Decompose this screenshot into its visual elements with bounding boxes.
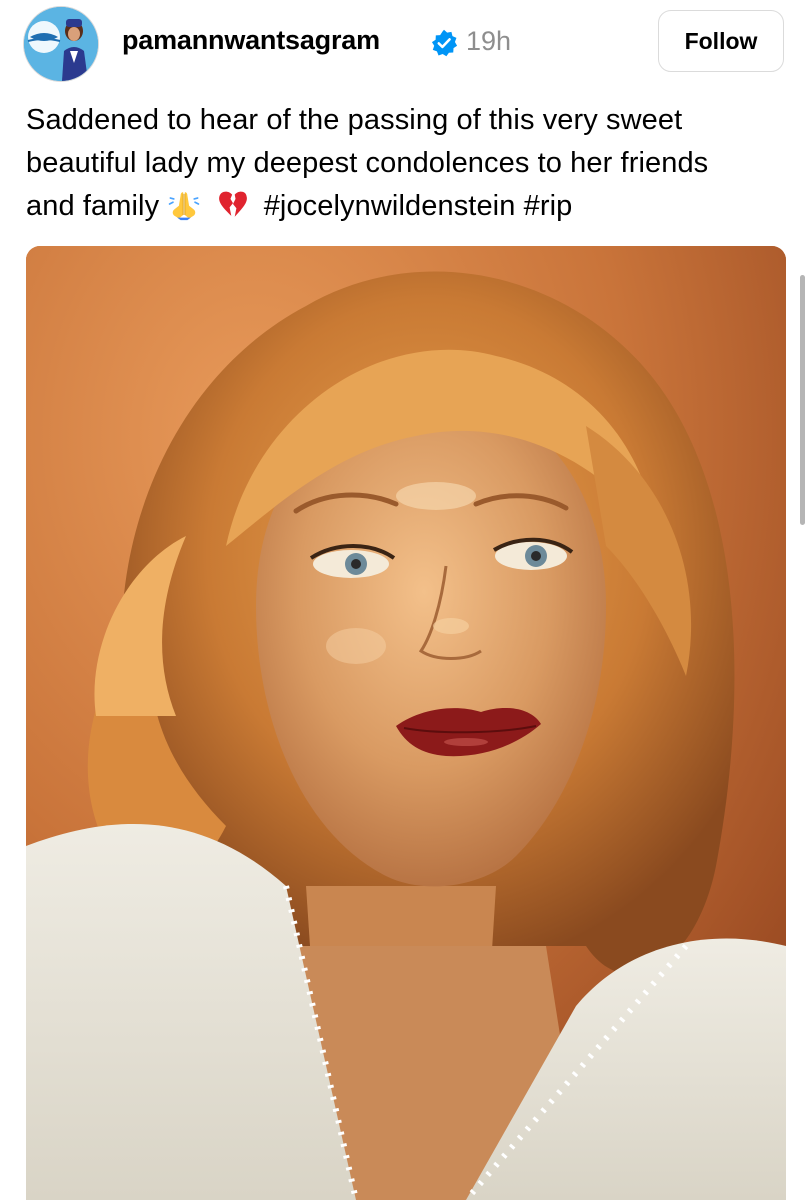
hashtags[interactable]: #jocelynwildenstein #rip — [264, 190, 573, 222]
broken-heart-emoji-icon — [218, 191, 247, 217]
caption-line: beautiful lady my deepest condolences to… — [26, 147, 709, 179]
avatar[interactable] — [24, 7, 98, 81]
post-caption: Saddened to hear of the passing of this … — [26, 99, 796, 228]
follow-button[interactable]: Follow — [658, 10, 784, 72]
caption-text: and family — [26, 190, 160, 222]
folded-hands-emoji-icon — [169, 192, 200, 221]
caption-line: Saddened to hear of the passing of this … — [26, 104, 683, 136]
caption-line: and family #jocelynwildenstein #rip — [26, 185, 796, 228]
scrollbar[interactable] — [800, 275, 805, 525]
verified-badge-icon — [431, 29, 458, 57]
username-link[interactable]: pamannwantsagram — [122, 25, 380, 56]
post-photo[interactable] — [26, 246, 786, 1200]
post-timestamp: 19h — [466, 26, 512, 56]
post-header: pamannwantsagram 19h Follow — [0, 0, 811, 90]
